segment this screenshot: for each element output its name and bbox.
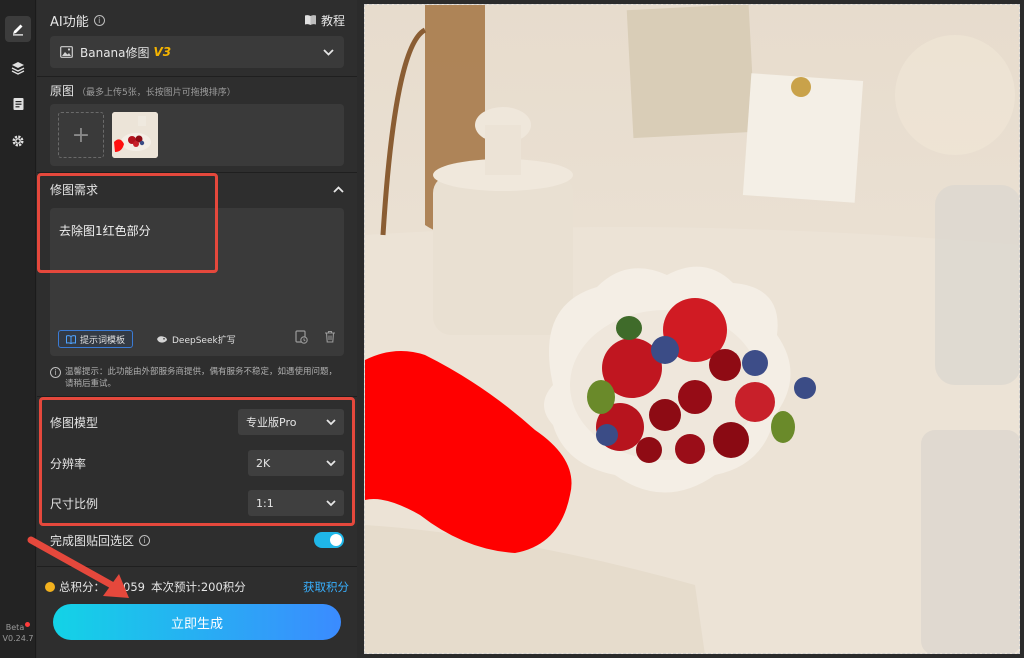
resolution-label: 分辨率 <box>50 456 87 471</box>
version-number: V0.24.7 <box>2 634 34 643</box>
edit-model-dropdown[interactable]: 专业版Pro <box>238 409 344 435</box>
info-icon: i <box>50 367 61 378</box>
canvas-photo <box>365 5 1019 653</box>
model-name: Banana修图 <box>80 45 150 60</box>
whale-icon <box>157 335 167 343</box>
plus-icon: + <box>71 122 91 148</box>
original-hint: （最多上传5张，长按图片可拖拽排序） <box>77 88 236 98</box>
pencil-icon[interactable] <box>5 16 31 42</box>
edit-request-textarea[interactable]: 去除图1红色部分 提示词模板 DeepSeek扩写 <box>50 208 344 356</box>
paste-back-toggle[interactable] <box>314 532 344 548</box>
resolution-row: 分辨率 2K <box>50 446 344 480</box>
edit-request-title: 修图需求 <box>50 182 99 197</box>
ai-title-label: AI功能 <box>50 14 89 30</box>
info-icon[interactable]: i <box>93 14 105 26</box>
tutorial-link[interactable]: 教程 <box>304 12 345 29</box>
chevron-down-icon <box>326 418 336 425</box>
generate-label: 立即生成 <box>170 616 223 632</box>
book-icon <box>66 334 76 344</box>
edit-model-label: 修图模型 <box>50 415 99 430</box>
aspect-ratio-value: 1:1 <box>256 496 274 510</box>
uploaded-image-thumbnail[interactable] <box>112 112 158 158</box>
version-label: Beta V0.24.7 <box>0 622 36 644</box>
book-icon <box>304 15 316 25</box>
trash-icon[interactable] <box>324 330 336 343</box>
aspect-ratio-dropdown[interactable]: 1:1 <box>248 490 344 516</box>
generate-button[interactable]: 立即生成 <box>53 604 341 640</box>
annotation-arrow <box>27 536 129 598</box>
resolution-dropdown[interactable]: 2K <box>248 450 344 476</box>
app-window: Beta V0.24.7 AI功能 i 教程 Banana修图 V3 原图 （最… <box>0 0 1024 658</box>
tutorial-label: 教程 <box>320 13 345 28</box>
request-tools <box>295 330 336 344</box>
prompt-template-label: 提示词模板 <box>80 335 126 346</box>
ai-model-dropdown[interactable]: Banana修图 V3 <box>50 36 344 68</box>
chevron-down-icon <box>323 48 334 56</box>
settings-panel: AI功能 i 教程 Banana修图 V3 原图 （最多上传5张，长按图片可拖拽… <box>27 0 357 658</box>
image-canvas[interactable] <box>364 4 1020 654</box>
chevron-down-icon <box>326 499 336 506</box>
estimated-cost: 本次预计:200积分 <box>150 580 246 594</box>
divider <box>37 396 357 397</box>
history-icon[interactable] <box>295 330 308 344</box>
add-image-button[interactable]: + <box>58 112 104 158</box>
aspect-ratio-row: 尺寸比例 1:1 <box>50 486 344 520</box>
layers-icon[interactable] <box>5 55 31 81</box>
service-notice-text: 温馨提示：此功能由外部服务商提供，偶有服务不稳定，如遇使用问题，请稍后重试。 <box>65 367 338 389</box>
edit-request-section: 修图需求 去除图1红色部分 提示词模板 DeepSeek扩写 <box>50 178 344 356</box>
fruit-bowl-thumbnail-image <box>112 112 158 158</box>
ai-title: AI功能 i <box>50 11 105 30</box>
document-icon[interactable] <box>5 91 31 117</box>
gear-icon[interactable] <box>5 128 31 154</box>
aspect-ratio-label: 尺寸比例 <box>50 496 99 511</box>
model-version-badge: V3 <box>153 45 172 59</box>
edit-request-text: 去除图1红色部分 <box>59 224 151 238</box>
prompt-template-button[interactable]: 提示词模板 <box>58 330 134 348</box>
divider <box>37 172 357 173</box>
upload-area: + <box>50 104 344 166</box>
get-points-link[interactable]: 获取积分 <box>303 579 349 595</box>
resolution-value: 2K <box>256 456 271 470</box>
chevron-up-icon[interactable] <box>333 185 344 193</box>
edit-request-header: 修图需求 <box>50 178 344 200</box>
beta-label: Beta <box>5 623 25 632</box>
chevron-down-icon <box>326 459 336 466</box>
service-notice: i 温馨提示：此功能由外部服务商提供，偶有服务不稳定，如遇使用问题，请稍后重试。 <box>50 366 344 390</box>
original-images-title: 原图 （最多上传5张，长按图片可拖拽排序） <box>50 82 236 99</box>
edit-model-value: 专业版Pro <box>246 416 297 429</box>
ai-header: AI功能 i 教程 <box>50 10 345 30</box>
deepseek-label: DeepSeek扩写 <box>172 335 236 346</box>
original-label: 原图 <box>50 84 75 98</box>
divider <box>37 76 357 77</box>
deepseek-expand-button[interactable]: DeepSeek扩写 <box>152 330 240 348</box>
edit-model-row: 修图模型 专业版Pro <box>50 405 344 439</box>
image-icon <box>60 46 73 58</box>
beta-dot <box>25 622 31 627</box>
